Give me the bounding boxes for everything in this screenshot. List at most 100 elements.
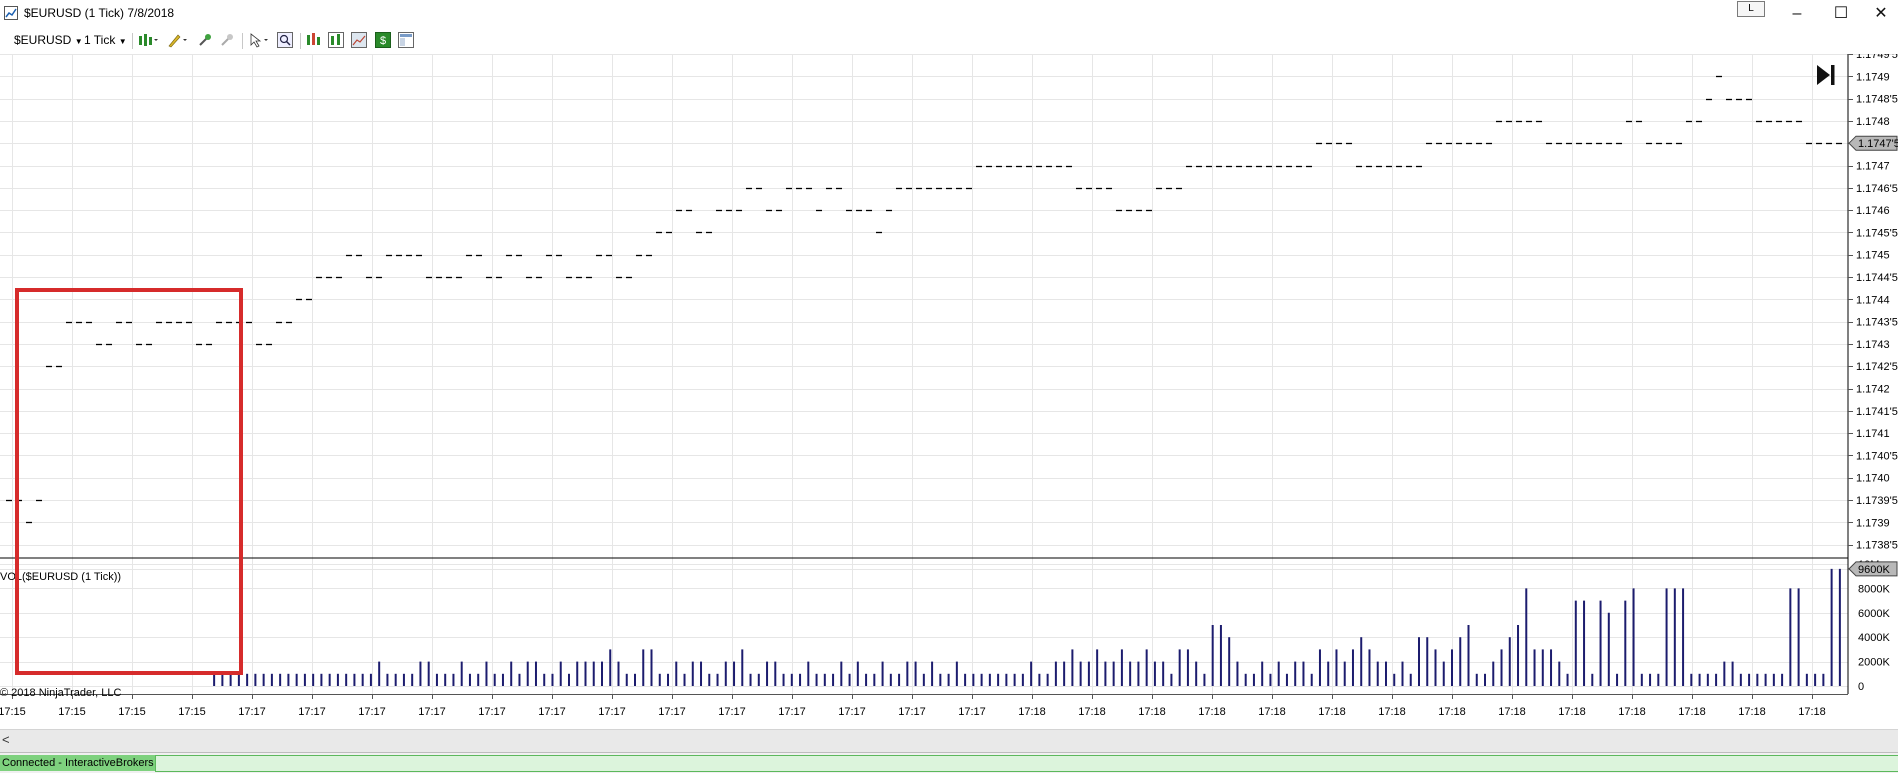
price-tick-label: 1.1746'5 [1856, 183, 1898, 195]
time-tick-label: 17:17 [418, 706, 446, 718]
minimize-button[interactable]: – [1780, 2, 1814, 26]
time-tick-label: 17:17 [358, 706, 386, 718]
highlight-box [15, 288, 243, 675]
volume-tick-label: 6000K [1858, 608, 1890, 620]
chart-toolbar: $EURUSD ▼ 1 Tick ▼ $ [0, 28, 1898, 55]
price-tick-label: 1.1740 [1856, 473, 1890, 485]
time-tick-label: 17:15 [178, 706, 206, 718]
price-axis: 1.1749'5 1.1749 1.1748'5 1.1748 1.1747'5 1.17… [1848, 54, 1898, 552]
time-tick-label: 17:15 [58, 706, 86, 718]
chart-app-icon [4, 6, 18, 20]
snap-mode-icon[interactable] [197, 32, 213, 48]
copyright-label: © 2018 NinjaTrader, LLC [0, 687, 121, 699]
scroll-to-end-button[interactable] [1812, 62, 1842, 88]
toolbar-divider [242, 33, 243, 49]
status-bar: Connected - InteractiveBrokers [0, 752, 1898, 773]
strategies-icon[interactable]: $ [375, 32, 391, 48]
bar-style-icon[interactable] [138, 32, 158, 48]
price-tick-label: 1.1748 [1856, 116, 1890, 128]
end-bar-icon [1831, 65, 1835, 85]
connection-indicator-bar [155, 755, 1898, 772]
time-tick-label: 17:17 [598, 706, 626, 718]
time-tick-label: 17:17 [898, 706, 926, 718]
time-tick-label: 17:18 [1798, 706, 1826, 718]
price-tick-label: 1.1744 [1856, 294, 1890, 306]
close-button[interactable]: ✕ [1864, 2, 1898, 26]
window-title: $EURUSD (1 Tick) 7/8/2018 [24, 6, 175, 20]
volume-tick-label: 4000K [1858, 632, 1890, 644]
data-series-icon[interactable] [306, 32, 322, 48]
global-crosshair-icon[interactable] [219, 32, 235, 48]
data-box-icon[interactable] [398, 32, 414, 48]
chart-grid [0, 54, 1848, 694]
price-tick-label: 1.1741 [1856, 428, 1890, 440]
price-tick-label: 1.1748'5 [1856, 94, 1898, 106]
time-tick-label: 17:18 [1318, 706, 1346, 718]
toolbar-divider [132, 33, 133, 49]
price-tick-label: 1.1745 [1856, 250, 1890, 262]
volume-tick-label: 0 [1858, 681, 1864, 693]
price-tick-label: 1.1747 [1856, 161, 1890, 173]
time-tick-label: 17:18 [1738, 706, 1766, 718]
chart-properties-icon[interactable] [351, 32, 367, 48]
time-tick-label: 17:18 [1138, 706, 1166, 718]
last-price-label: 1.1747'5 [1858, 138, 1898, 150]
indicators-icon[interactable] [328, 32, 344, 48]
drawing-tools-icon[interactable] [167, 32, 189, 48]
time-tick-label: 17:18 [1558, 706, 1586, 718]
time-tick-label: 17:17 [658, 706, 686, 718]
time-tick-label: 17:18 [1378, 706, 1406, 718]
price-tick-label: 1.1746 [1856, 205, 1890, 217]
chevron-down-icon: ▼ [118, 37, 127, 46]
price-tick-label: 1.1749 [1856, 71, 1890, 83]
price-tick-label: 1.1742 [1856, 384, 1890, 396]
price-tick-label: 1.1744'5 [1856, 272, 1898, 284]
time-axis: 17:15 17:15 17:15 17:15 17:17 17:17 17:17 17:17… [0, 694, 1848, 718]
time-tick-label: 17:18 [1198, 706, 1226, 718]
time-tick-label: 17:18 [1438, 706, 1466, 718]
time-tick-label: 17:18 [1618, 706, 1646, 718]
price-tick-label: 1.1738'5 [1856, 540, 1898, 552]
volume-series [213, 568, 1841, 686]
time-tick-label: 17:18 [1498, 706, 1526, 718]
price-tick-label: 1.1739 [1856, 517, 1890, 529]
current-volume-label: 9600K [1858, 564, 1890, 576]
cursor-mode-icon[interactable] [248, 32, 270, 48]
time-tick-label: 17:17 [778, 706, 806, 718]
price-tick-label: 1.1743'5 [1856, 317, 1898, 329]
zoom-icon[interactable] [277, 32, 293, 48]
chevron-down-icon: ▼ [74, 37, 83, 46]
price-tick-label: 1.1740'5 [1856, 450, 1898, 462]
title-bar: $EURUSD (1 Tick) 7/8/2018 L – ☐ ✕ [0, 0, 1898, 28]
interval-selector[interactable]: 1 Tick ▼ [84, 33, 127, 47]
volume-tick-label: 2000K [1858, 657, 1890, 669]
time-tick-label: 17:17 [298, 706, 326, 718]
price-tick-label: 1.1743 [1856, 339, 1890, 351]
instrument-selector[interactable]: $EURUSD ▼ [14, 33, 83, 47]
time-tick-label: 17:18 [1678, 706, 1706, 718]
toolbar-divider [300, 33, 301, 49]
time-tick-label: 17:17 [538, 706, 566, 718]
time-tick-label: 17:17 [478, 706, 506, 718]
time-tick-label: 17:18 [1258, 706, 1286, 718]
time-tick-label: 17:15 [0, 706, 26, 718]
price-tick-label: 1.1745'5 [1856, 227, 1898, 239]
svg-text:$: $ [380, 35, 386, 47]
connection-status: Connected - InteractiveBrokers [0, 755, 161, 771]
time-tick-label: 17:18 [1078, 706, 1106, 718]
horizontal-scrollbar[interactable]: < [0, 729, 1898, 752]
scroll-left-arrow[interactable]: < [2, 732, 10, 747]
time-tick-label: 17:17 [838, 706, 866, 718]
interval-label: 1 Tick [84, 33, 116, 47]
instrument-label: $EURUSD [14, 33, 72, 47]
volume-axis: 10M9600K8000K6000K4000K2000K09600K [1848, 559, 1898, 693]
time-tick-label: 17:18 [1018, 706, 1046, 718]
time-tick-label: 17:15 [118, 706, 146, 718]
chart-panel[interactable]: 1.1749'5 1.1749 1.1748'5 1.1748 1.1747'5 1.17… [0, 54, 1898, 729]
price-tick-label: 1.1742'5 [1856, 361, 1898, 373]
link-button[interactable]: L [1737, 1, 1765, 17]
price-tick-label: 1.1749'5 [1856, 54, 1898, 61]
time-tick-label: 17:17 [958, 706, 986, 718]
volume-tick-label: 8000K [1858, 583, 1890, 595]
maximize-button[interactable]: ☐ [1824, 2, 1858, 26]
